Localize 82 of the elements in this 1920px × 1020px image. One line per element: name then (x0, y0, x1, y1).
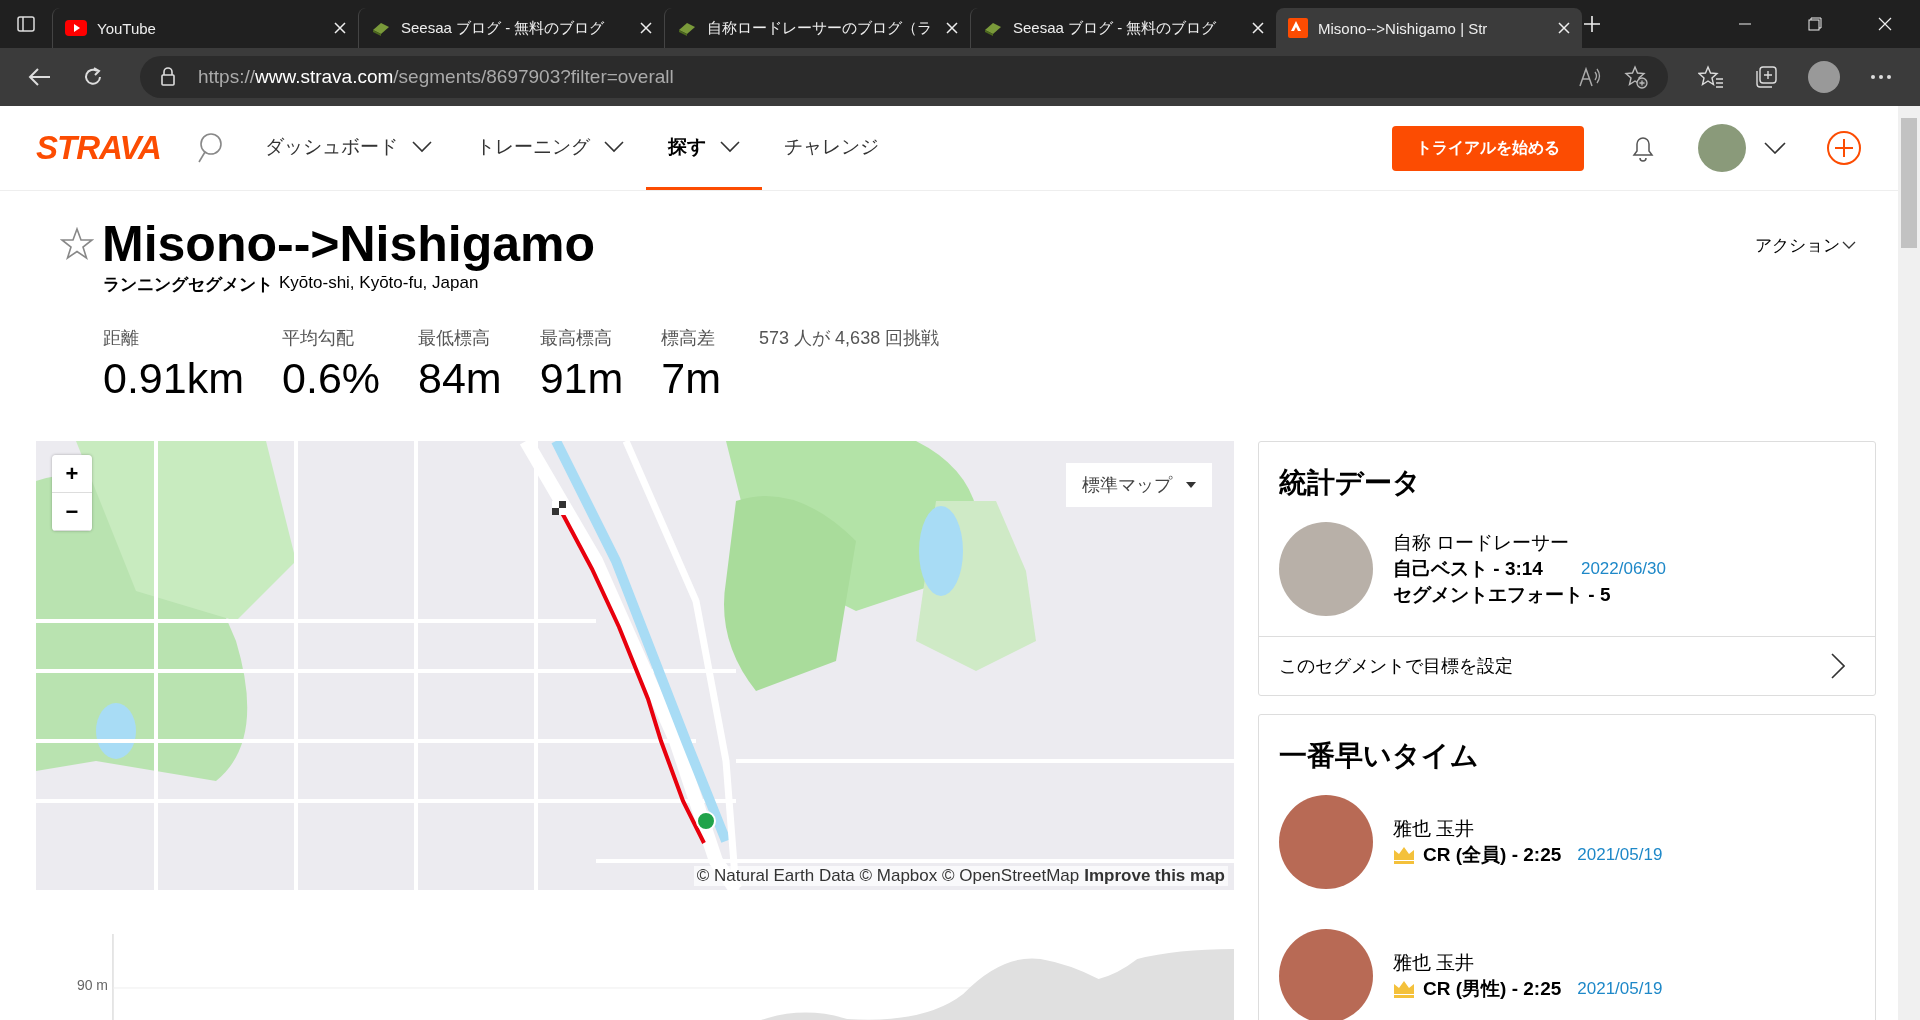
back-icon[interactable] (28, 67, 52, 87)
nav-menu-item[interactable]: ダッシュボード (242, 106, 454, 190)
book-icon (371, 20, 391, 36)
actions-dropdown[interactable]: アクション (1755, 233, 1856, 257)
axis-tick-label: 90 m (75, 976, 109, 995)
stat-label: 最高標高 (539, 327, 613, 350)
user-avatar[interactable] (1698, 124, 1746, 172)
map-style-dropdown[interactable]: 標準マップ (1066, 463, 1212, 507)
stat-label: 平均勾配 (282, 327, 355, 350)
chevron-right-icon (1831, 653, 1845, 679)
improve-map-link[interactable]: Improve this map (1084, 866, 1225, 886)
tab-title: Misono-->Nishigamo | Str (1318, 19, 1489, 37)
chevron-down-icon (1842, 241, 1856, 249)
profile-avatar[interactable] (1808, 61, 1840, 93)
athlete-name[interactable]: 自称 ロードレーサー (1393, 530, 1666, 556)
segment-location: Kyōto-shi, Kyōto-fu, Japan (279, 273, 479, 294)
tab-title: YouTube (97, 19, 157, 37)
map-attribution: © Natural Earth Data © Mapbox © OpenStreetMap (696, 866, 1080, 886)
segment-title: Misono-->Nishigamo (102, 215, 596, 273)
attempts-count: 573 人が 4,638 回挑戦 (759, 327, 940, 350)
favorites-icon[interactable] (1698, 65, 1724, 89)
read-aloud-icon[interactable] (1578, 66, 1602, 88)
crown-icon (1393, 846, 1415, 864)
tab-title: Seesaa ブログ - 無料のブログ (401, 18, 606, 38)
book-icon (983, 20, 1003, 36)
close-icon[interactable] (1558, 22, 1570, 34)
play-logo-icon (65, 20, 87, 36)
zoom-out-button[interactable]: − (52, 493, 92, 531)
chevron-down-icon (603, 140, 624, 153)
restore-icon[interactable] (1808, 17, 1822, 31)
zoom-in-button[interactable]: + (52, 455, 92, 493)
chevron-down-icon[interactable] (1764, 142, 1786, 154)
athlete-name[interactable]: 雅也 玉井 (1393, 950, 1663, 976)
book-icon (677, 20, 697, 36)
effort-date[interactable]: 2022/06/30 (1580, 559, 1666, 579)
course-record: CR (全員) - 2:25 (1423, 843, 1562, 867)
card-title: 一番早いタイム (1278, 739, 1480, 773)
segment-type: ランニングセグメント (103, 274, 273, 296)
stat-label: 標高差 (661, 327, 717, 350)
stat-value: 0.91km (103, 354, 244, 403)
star-icon[interactable] (60, 227, 94, 261)
close-icon[interactable] (1878, 17, 1892, 31)
effort-date[interactable]: 2021/05/19 (1577, 979, 1663, 999)
close-icon[interactable] (1252, 22, 1264, 34)
personal-best: 自己ベスト - 3:14 (1393, 557, 1543, 581)
nav-menu-item[interactable]: 探す (645, 106, 762, 190)
stat-label: 距離 (103, 327, 140, 350)
more-icon[interactable] (1870, 74, 1892, 80)
nav-menu-item[interactable]: トレーニング (453, 106, 646, 190)
browser-tab[interactable]: Misono-->Nishigamo | Str (1276, 8, 1582, 48)
crown-icon (1393, 980, 1415, 998)
close-icon[interactable] (334, 22, 346, 34)
stat-value: 84m (418, 354, 502, 403)
address-field[interactable]: https://www.strava.com/segments/8697903?filter=overall (140, 56, 1668, 98)
nav-menu-item[interactable]: チャレンジ (761, 106, 901, 190)
close-icon[interactable] (640, 22, 652, 34)
collections-icon[interactable] (1754, 65, 1778, 89)
add-favorite-icon[interactable] (1624, 65, 1648, 89)
scrollbar[interactable] (1898, 106, 1920, 1020)
strava-logo-icon (1288, 18, 1308, 38)
stat-value: 91m (539, 354, 624, 403)
stat-value: 0.6% (282, 354, 381, 403)
card-title: 統計データ (1278, 466, 1422, 500)
athlete-name[interactable]: 雅也 玉井 (1393, 816, 1663, 842)
course-record: CR (男性) - 2:25 (1423, 977, 1562, 1001)
finish-flag-icon (552, 501, 566, 515)
refresh-icon[interactable] (82, 66, 104, 88)
effort-date[interactable]: 2021/05/19 (1577, 845, 1663, 865)
new-tab-icon[interactable] (1582, 14, 1602, 34)
close-icon[interactable] (946, 22, 958, 34)
stat-label: 最低標高 (418, 327, 492, 350)
stat-value: 7m (661, 354, 722, 403)
chevron-down-icon (719, 140, 740, 153)
chevron-down-icon (411, 140, 432, 153)
tab-title: Seesaa ブログ - 無料のブログ (1013, 18, 1218, 38)
caret-down-icon (1186, 482, 1196, 488)
lock-icon (160, 67, 176, 87)
effort-count: セグメントエフォート - 5 (1393, 583, 1612, 607)
add-circle-icon[interactable] (1826, 130, 1862, 166)
set-goal-link[interactable]: このセグメントで目標を設定 (1259, 636, 1875, 695)
tab-title: 自称ロードレーサーのブログ（ラ (707, 18, 933, 38)
tab-actions-icon[interactable] (16, 14, 36, 34)
